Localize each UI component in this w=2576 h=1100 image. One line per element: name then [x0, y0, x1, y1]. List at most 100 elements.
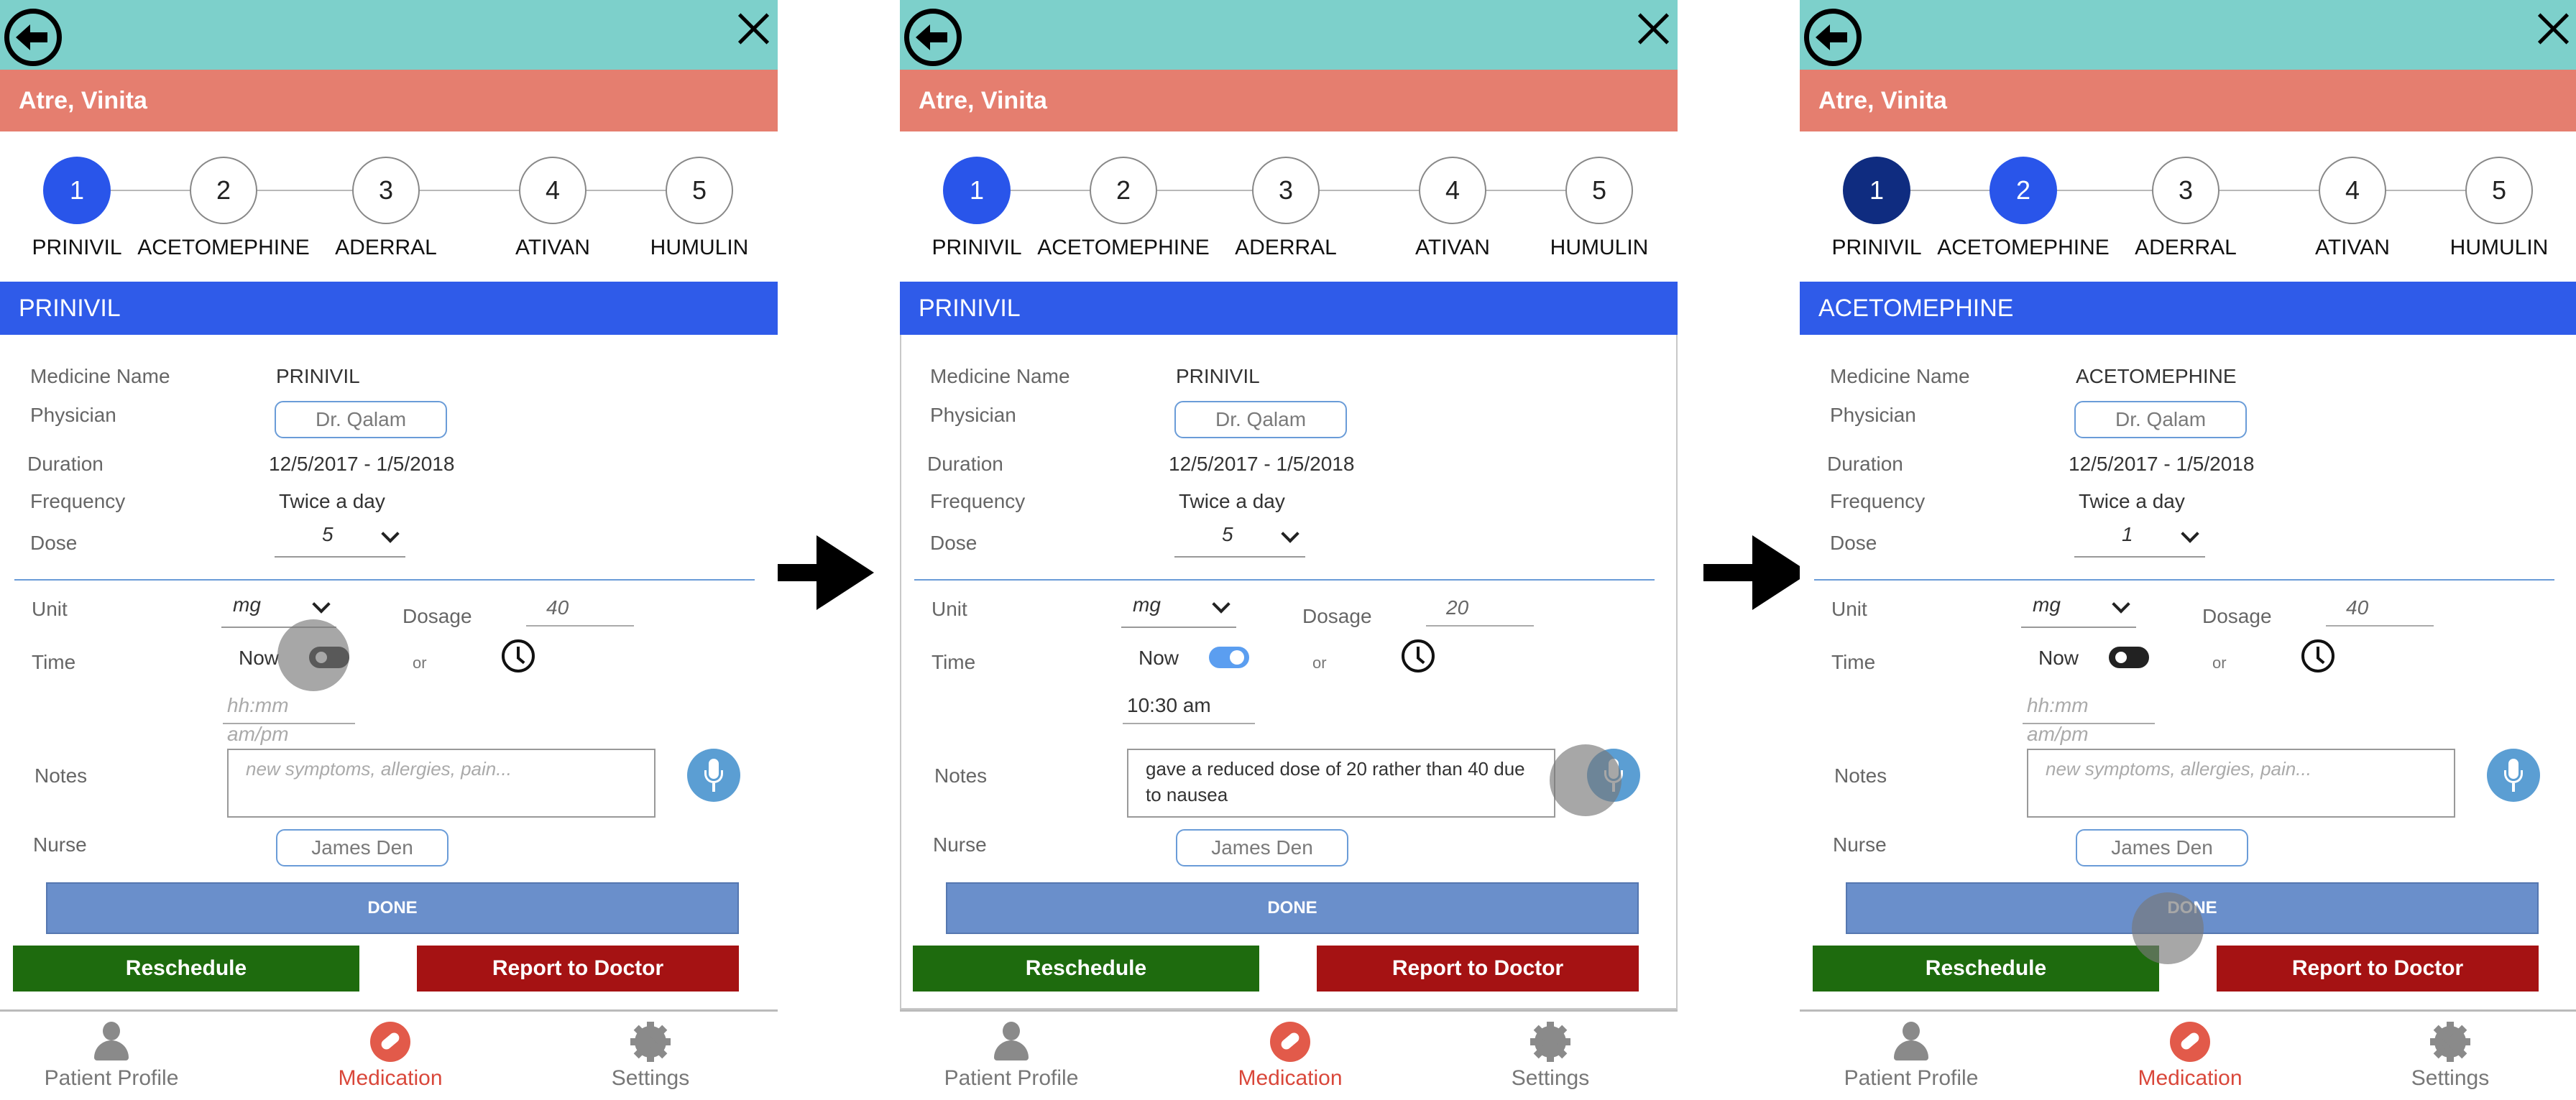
- step-label: ATIVAN: [515, 236, 590, 259]
- time-input[interactable]: 10:30 am: [1123, 691, 1255, 724]
- unit-select[interactable]: mg: [2021, 593, 2136, 628]
- reschedule-button[interactable]: Reschedule: [1813, 946, 2159, 992]
- unit-value: mg: [233, 593, 261, 616]
- physician-label: Physician: [1830, 404, 1916, 426]
- step-label: ADERRAL: [2135, 236, 2237, 259]
- notes-input[interactable]: gave a reduced dose of 20 rather than 40…: [1127, 749, 1555, 818]
- step-5[interactable]: 5 HUMULIN: [1550, 157, 1648, 259]
- nav-patient-profile[interactable]: Patient Profile: [936, 1022, 1087, 1091]
- back-button[interactable]: [904, 9, 962, 66]
- physician-field[interactable]: Dr. Qalam: [275, 401, 447, 438]
- nav-medication[interactable]: Medication: [1215, 1022, 1366, 1091]
- now-toggle[interactable]: [2109, 647, 2149, 668]
- step-1[interactable]: 1 PRINIVIL: [32, 157, 122, 259]
- microphone-icon[interactable]: [687, 749, 740, 802]
- step-4[interactable]: 4 ATIVAN: [2315, 157, 2390, 259]
- nav-medication[interactable]: Medication: [2115, 1022, 2266, 1091]
- step-1[interactable]: 1 PRINIVIL: [1831, 157, 1922, 259]
- arrow-left-icon: [916, 24, 947, 50]
- nav-settings[interactable]: Settings: [575, 1022, 726, 1091]
- dosage-label: Dosage: [2202, 605, 2272, 627]
- microphone-icon[interactable]: [2487, 749, 2540, 802]
- dose-select[interactable]: 5: [1174, 523, 1305, 558]
- step-1[interactable]: 1 PRINIVIL: [932, 157, 1022, 259]
- nurse-field[interactable]: James Den: [1176, 829, 1348, 866]
- physician-field[interactable]: Dr. Qalam: [2074, 401, 2247, 438]
- frequency-value: Twice a day: [279, 490, 385, 512]
- step-2[interactable]: 2 ACETOMEPHINE: [1037, 157, 1210, 259]
- clock-icon[interactable]: [2301, 639, 2334, 673]
- nav-settings[interactable]: Settings: [2375, 1022, 2526, 1091]
- reschedule-button[interactable]: Reschedule: [13, 946, 359, 992]
- nav-medication[interactable]: Medication: [315, 1022, 466, 1091]
- physician-label: Physician: [30, 404, 116, 426]
- medicine-name-value: ACETOMEPHINE: [2076, 365, 2237, 387]
- chevron-down-icon: [2181, 524, 2199, 543]
- patient-name: Atre, Vinita: [0, 70, 778, 131]
- time-label: Time: [1831, 651, 1876, 673]
- done-button[interactable]: DONE: [46, 882, 739, 934]
- report-to-doctor-button[interactable]: Report to Doctor: [417, 946, 739, 992]
- nurse-label: Nurse: [933, 833, 987, 856]
- clock-icon[interactable]: [502, 639, 535, 673]
- nurse-field[interactable]: James Den: [276, 829, 448, 866]
- bottom-nav: Patient Profile Medication Settings: [1800, 1009, 2576, 1100]
- reschedule-button[interactable]: Reschedule: [913, 946, 1259, 992]
- report-to-doctor-button[interactable]: Report to Doctor: [2217, 946, 2539, 992]
- step-5[interactable]: 5 HUMULIN: [2450, 157, 2548, 259]
- back-button[interactable]: [1804, 9, 1862, 66]
- dosage-input[interactable]: 40: [526, 593, 634, 627]
- step-5[interactable]: 5 HUMULIN: [650, 157, 748, 259]
- step-circle: 1: [943, 157, 1011, 224]
- notes-input[interactable]: new symptoms, allergies, pain...: [227, 749, 656, 818]
- time-placeholder: hh:mm am/pm: [227, 694, 289, 745]
- dose-select[interactable]: 1: [2074, 523, 2205, 558]
- dosage-value: 40: [546, 596, 569, 619]
- step-4[interactable]: 4 ATIVAN: [515, 157, 590, 259]
- nav-patient-profile[interactable]: Patient Profile: [36, 1022, 187, 1091]
- top-bar: [900, 0, 1678, 70]
- medicine-name-label: Medicine Name: [30, 365, 170, 387]
- duration-value: 12/5/2017 - 1/5/2018: [2069, 453, 2255, 475]
- patient-name: Atre, Vinita: [900, 70, 1678, 131]
- frequency-label: Frequency: [30, 490, 126, 512]
- nav-label: Medication: [338, 1066, 443, 1090]
- step-3[interactable]: 3 ADERRAL: [2135, 157, 2237, 259]
- step-circle: 2: [1090, 157, 1157, 224]
- dosage-input[interactable]: 40: [2326, 593, 2434, 627]
- now-toggle[interactable]: [1209, 647, 1249, 668]
- step-circle: 3: [1252, 157, 1320, 224]
- step-3[interactable]: 3 ADERRAL: [335, 157, 437, 259]
- back-button[interactable]: [4, 9, 62, 66]
- nurse-field[interactable]: James Den: [2076, 829, 2248, 866]
- time-input[interactable]: hh:mm am/pm: [223, 691, 355, 745]
- dosage-input[interactable]: 20: [1426, 593, 1534, 627]
- nav-patient-profile[interactable]: Patient Profile: [1836, 1022, 1987, 1091]
- notes-label: Notes: [1834, 764, 1887, 787]
- top-bar: [1800, 0, 2576, 70]
- medication-icon: [1270, 1022, 1310, 1062]
- physician-field[interactable]: Dr. Qalam: [1174, 401, 1347, 438]
- close-icon[interactable]: [1637, 13, 1669, 45]
- notes-input[interactable]: new symptoms, allergies, pain...: [2027, 749, 2455, 818]
- step-circle: 4: [2319, 157, 2386, 224]
- done-button[interactable]: DONE: [946, 882, 1639, 934]
- nurse-label: Nurse: [1833, 833, 1887, 856]
- step-2[interactable]: 2 ACETOMEPHINE: [137, 157, 310, 259]
- step-3[interactable]: 3 ADERRAL: [1235, 157, 1337, 259]
- step-circle: 1: [1843, 157, 1910, 224]
- unit-select[interactable]: mg: [1121, 593, 1236, 628]
- nav-settings[interactable]: Settings: [1475, 1022, 1626, 1091]
- person-icon: [91, 1022, 132, 1062]
- step-4[interactable]: 4 ATIVAN: [1415, 157, 1490, 259]
- close-icon[interactable]: [737, 13, 769, 45]
- step-2[interactable]: 2 ACETOMEPHINE: [1937, 157, 2110, 259]
- dose-select[interactable]: 5: [275, 523, 405, 558]
- or-label: or: [413, 654, 427, 672]
- time-input[interactable]: hh:mm am/pm: [2023, 691, 2155, 745]
- medication-screen: Atre, Vinita 1 PRINIVIL 2 ACETOMEPHINE 3…: [1800, 0, 2576, 1100]
- clock-icon[interactable]: [1402, 639, 1435, 673]
- report-to-doctor-button[interactable]: Report to Doctor: [1317, 946, 1639, 992]
- medication-stepper: 1 PRINIVIL 2 ACETOMEPHINE 3 ADERRAL 4 AT…: [1800, 152, 2576, 267]
- close-icon[interactable]: [2537, 13, 2569, 45]
